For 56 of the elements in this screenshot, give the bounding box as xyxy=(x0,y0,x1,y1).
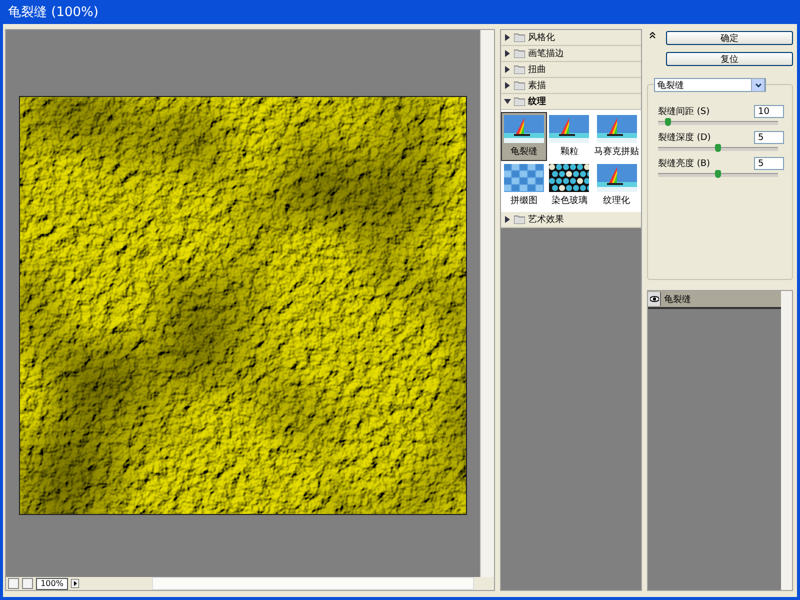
category-item[interactable]: 素描 xyxy=(501,78,641,94)
value-field[interactable]: 5 xyxy=(754,131,784,144)
sailboat-thumbnail xyxy=(549,115,590,143)
category-item[interactable]: 画笔描边 xyxy=(501,46,641,62)
slider-thumb[interactable] xyxy=(715,170,721,178)
collapsed-triangle-icon xyxy=(504,82,511,89)
folder-icon xyxy=(514,49,525,58)
eye-icon[interactable] xyxy=(650,296,658,302)
sailboat-thumbnail xyxy=(596,164,636,192)
sailboat-thumbnail xyxy=(596,115,636,143)
expanded-triangle-icon xyxy=(504,98,511,105)
filter-thumbnail-item[interactable]: 纹理化 xyxy=(592,161,641,210)
collapse-chevron-icon[interactable] xyxy=(649,31,656,39)
zoom-in-button[interactable] xyxy=(22,578,33,589)
vertical-scrollbar[interactable] xyxy=(781,291,792,590)
value-field[interactable]: 10 xyxy=(754,105,784,118)
slider-track[interactable] xyxy=(658,121,778,125)
filter-thumbnail-item[interactable]: 马赛克拼贴 xyxy=(592,112,641,161)
category-item[interactable]: 风格化 xyxy=(501,30,641,46)
horizontal-scrollbar[interactable] xyxy=(152,577,474,590)
vertical-scrollbar[interactable] xyxy=(480,30,494,577)
folder-icon xyxy=(514,33,525,42)
parameter-label: 裂缝深度 (D) xyxy=(658,132,711,144)
value-field[interactable]: 5 xyxy=(754,157,784,170)
layer-label: 龟裂缝 xyxy=(664,294,691,306)
folder-icon xyxy=(514,65,525,74)
slider-track[interactable] xyxy=(658,173,778,177)
category-item[interactable]: 扭曲 xyxy=(501,62,641,78)
dialog-button[interactable]: 复位 xyxy=(666,52,793,66)
sailboat-thumbnail xyxy=(504,115,544,143)
parameter-label: 裂缝亮度 (B) xyxy=(658,158,710,170)
stained-glass-thumbnail xyxy=(549,164,590,192)
tile-thumbnail xyxy=(504,164,544,192)
collapsed-triangle-icon xyxy=(504,50,511,57)
menu-arrow-icon[interactable] xyxy=(71,579,79,588)
zoom-field[interactable]: 100% xyxy=(36,578,68,590)
zoom-out-button[interactable] xyxy=(8,578,19,589)
folder-icon xyxy=(514,81,525,90)
filter-thumbnail-item[interactable]: 拼缀图 xyxy=(501,161,546,210)
dialog-button[interactable]: 确定 xyxy=(666,31,793,45)
filter-thumbnail-item[interactable]: 染色玻璃 xyxy=(546,161,592,210)
folder-icon xyxy=(514,215,525,224)
collapsed-triangle-icon xyxy=(504,34,511,41)
folder-icon xyxy=(514,97,525,106)
dropdown-caret-icon xyxy=(754,82,762,88)
filter-thumbnail-item[interactable]: 颗粒 xyxy=(546,112,592,161)
window-title: 龟裂缝 (100%) xyxy=(8,4,98,21)
slider-thumb[interactable] xyxy=(715,144,721,152)
collapsed-triangle-icon xyxy=(504,216,511,223)
filter-dropdown[interactable]: 龟裂缝 xyxy=(654,78,766,92)
filter-thumbnail-item[interactable]: 龟裂缝 xyxy=(501,112,546,161)
collapsed-triangle-icon xyxy=(504,66,511,73)
slider-thumb[interactable] xyxy=(664,118,671,126)
slider-track[interactable] xyxy=(658,147,778,151)
effect-layer-row[interactable]: 龟裂缝 xyxy=(648,291,781,309)
parameter-label: 裂缝间距 (S) xyxy=(658,106,710,118)
